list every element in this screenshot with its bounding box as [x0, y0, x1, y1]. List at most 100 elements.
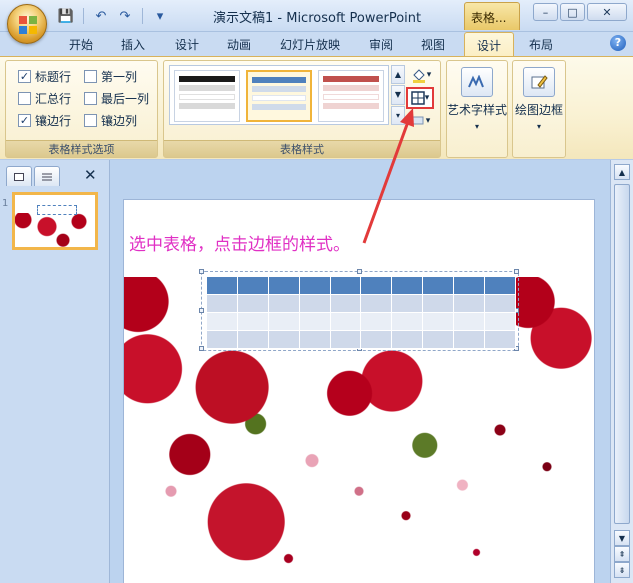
- save-icon[interactable]: 💾: [56, 6, 76, 26]
- table-cell[interactable]: [267, 312, 300, 331]
- checkbox-box[interactable]: [84, 114, 97, 127]
- table-cell[interactable]: [206, 330, 238, 349]
- close-button[interactable]: ✕: [587, 3, 627, 21]
- table-cell[interactable]: [329, 312, 362, 331]
- table-cell[interactable]: [267, 294, 300, 313]
- tab-view[interactable]: 视图: [421, 36, 445, 53]
- borders-button[interactable]: ▾: [406, 87, 434, 109]
- table-cell[interactable]: [329, 276, 362, 295]
- outline-tab[interactable]: [34, 166, 60, 186]
- table-cell[interactable]: [267, 330, 300, 349]
- redo-icon[interactable]: ↷: [115, 6, 135, 26]
- slide-caption[interactable]: 选中表格，点击边框的样式。: [129, 230, 350, 255]
- table-cell[interactable]: [484, 330, 516, 349]
- tab-insert[interactable]: 插入: [121, 36, 145, 53]
- header-row-checkbox[interactable]: ✓ 标题行: [18, 68, 71, 85]
- table-cell[interactable]: [484, 276, 516, 295]
- table-cell[interactable]: [391, 276, 424, 295]
- resize-handle[interactable]: [357, 269, 362, 274]
- table-cell[interactable]: [298, 276, 331, 295]
- table-cell[interactable]: [360, 276, 393, 295]
- selected-table[interactable]: [199, 269, 519, 351]
- shading-button[interactable]: ▾: [408, 65, 434, 85]
- table-cell[interactable]: [206, 294, 238, 313]
- draw-borders-button[interactable]: 绘图边框 ▾: [513, 67, 565, 131]
- resize-handle[interactable]: [514, 269, 519, 274]
- table-cell[interactable]: [453, 312, 486, 331]
- table-style-thumbnail[interactable]: [174, 70, 240, 122]
- total-row-checkbox[interactable]: 汇总行: [18, 90, 71, 107]
- resize-handle[interactable]: [199, 269, 204, 274]
- scroll-thumb[interactable]: [614, 184, 630, 524]
- table-cell[interactable]: [360, 330, 393, 349]
- tab-animations[interactable]: 动画: [227, 36, 251, 53]
- table-cell[interactable]: [329, 294, 362, 313]
- table-cell[interactable]: [453, 294, 486, 313]
- banded-rows-checkbox[interactable]: ✓ 镶边行: [18, 112, 71, 129]
- vertical-scrollbar[interactable]: ▲ ▼ ⇞ ⇟: [610, 160, 633, 583]
- table-cell[interactable]: [329, 330, 362, 349]
- table-cell[interactable]: [422, 330, 455, 349]
- tab-review[interactable]: 审阅: [369, 36, 393, 53]
- resize-handle[interactable]: [199, 308, 204, 313]
- table-cell[interactable]: [422, 276, 455, 295]
- tab-table-design[interactable]: 设计: [464, 32, 515, 57]
- close-pane-icon[interactable]: ✕: [84, 166, 97, 184]
- banded-columns-checkbox[interactable]: 镶边列: [84, 112, 137, 129]
- scroll-up-button[interactable]: ▲: [614, 164, 630, 180]
- table-cell[interactable]: [298, 294, 331, 313]
- table-cell[interactable]: [453, 276, 486, 295]
- gallery-down-button[interactable]: ▼: [391, 85, 405, 105]
- tab-home[interactable]: 开始: [69, 36, 93, 53]
- minimize-button[interactable]: –: [533, 3, 558, 21]
- table-cell[interactable]: [360, 312, 393, 331]
- table-cell[interactable]: [453, 330, 486, 349]
- table-cell[interactable]: [422, 312, 455, 331]
- table-cell[interactable]: [298, 330, 331, 349]
- table-style-thumbnail-selected[interactable]: [246, 70, 312, 122]
- checkbox-box[interactable]: ✓: [18, 114, 31, 127]
- checkbox-box[interactable]: [84, 92, 97, 105]
- effects-button[interactable]: ▾: [408, 111, 434, 131]
- table-cell[interactable]: [484, 294, 516, 313]
- slide-thumbnail[interactable]: [12, 192, 98, 250]
- checkbox-box[interactable]: [18, 92, 31, 105]
- undo-icon[interactable]: ↶: [91, 6, 111, 26]
- help-icon[interactable]: ?: [610, 35, 626, 51]
- table-cell[interactable]: [267, 276, 300, 295]
- table-cell[interactable]: [236, 294, 269, 313]
- table-style-thumbnail[interactable]: [318, 70, 384, 122]
- table-cell[interactable]: [236, 330, 269, 349]
- resize-handle[interactable]: [199, 346, 204, 351]
- table-cell[interactable]: [206, 312, 238, 331]
- next-slide-button[interactable]: ⇟: [614, 562, 630, 578]
- table-cell[interactable]: [422, 294, 455, 313]
- tab-table-layout[interactable]: 布局: [529, 36, 553, 53]
- tab-slide-show[interactable]: 幻灯片放映: [280, 36, 340, 53]
- gallery-more-button[interactable]: ▾: [391, 105, 405, 125]
- gallery-up-button[interactable]: ▲: [391, 65, 405, 85]
- scroll-down-button[interactable]: ▼: [614, 530, 630, 546]
- table-cell[interactable]: [391, 312, 424, 331]
- slides-tab[interactable]: [6, 166, 32, 186]
- slide-canvas[interactable]: 选中表格，点击边框的样式。: [124, 200, 594, 583]
- table-cell[interactable]: [206, 276, 238, 295]
- table-cell[interactable]: [360, 294, 393, 313]
- checkbox-box[interactable]: ✓: [18, 70, 31, 83]
- previous-slide-button[interactable]: ⇞: [614, 546, 630, 562]
- table-cell[interactable]: [484, 312, 516, 331]
- customize-qat-icon[interactable]: ▾: [150, 6, 170, 26]
- table-cell[interactable]: [298, 312, 331, 331]
- tab-design[interactable]: 设计: [175, 36, 199, 53]
- checkbox-box[interactable]: [84, 70, 97, 83]
- last-column-checkbox[interactable]: 最后一列: [84, 90, 149, 107]
- first-column-checkbox[interactable]: 第一列: [84, 68, 137, 85]
- table-cell[interactable]: [236, 312, 269, 331]
- table-grid[interactable]: [206, 276, 516, 349]
- maximize-button[interactable]: □: [560, 3, 585, 21]
- table-cell[interactable]: [391, 330, 424, 349]
- wordart-styles-button[interactable]: 艺术字样式 ▾: [447, 67, 507, 131]
- table-cell[interactable]: [391, 294, 424, 313]
- office-button[interactable]: [7, 4, 47, 44]
- table-cell[interactable]: [236, 276, 269, 295]
